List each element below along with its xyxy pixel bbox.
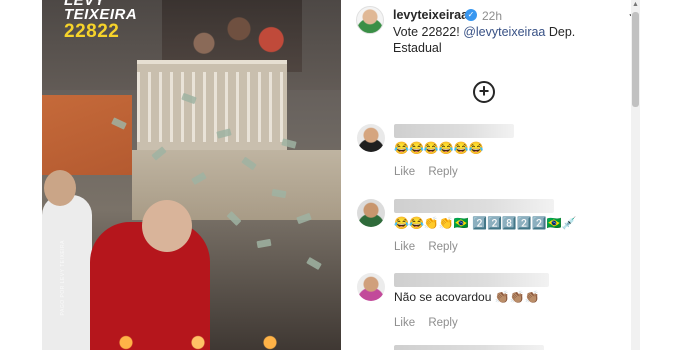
like-link[interactable]: Like xyxy=(394,317,415,329)
comment-text: 😂😂👏👏🇧🇷 2️⃣2️⃣8️⃣2️⃣2️⃣🇧🇷💉 xyxy=(394,216,577,230)
comment-actions: Like Reply xyxy=(394,241,468,253)
orange-wall xyxy=(42,95,132,175)
reply-link[interactable]: Reply xyxy=(428,317,457,329)
stage-lights xyxy=(102,335,341,350)
scrollbar-thumb[interactable] xyxy=(632,12,639,107)
commenter-name-redacted[interactable] xyxy=(394,199,554,213)
author-avatar[interactable] xyxy=(356,6,384,34)
commenter-avatar[interactable] xyxy=(357,273,385,301)
commenter-avatar[interactable] xyxy=(357,124,385,152)
balcony-railing xyxy=(137,72,287,142)
comment-text: 😂😂😂😂😂😂 xyxy=(394,141,484,155)
comment-actions: Like Reply xyxy=(394,166,468,178)
person-white-shirt-head xyxy=(44,170,76,206)
comments-panel: levyteixeiraa ✓ 22h Vote 22822! @levytei… xyxy=(341,0,640,350)
comment-actions: Like Reply xyxy=(394,317,468,329)
reply-link[interactable]: Reply xyxy=(428,166,457,178)
verified-badge-icon: ✓ xyxy=(465,9,477,21)
candidate-logo: LEVY TEIXEIRA 22822 xyxy=(64,0,137,42)
person-white-shirt xyxy=(42,195,92,350)
scroll-up-arrow-icon[interactable]: ▲ xyxy=(632,1,639,8)
reply-link[interactable]: Reply xyxy=(428,241,457,253)
author-username[interactable]: levyteixeiraa xyxy=(393,8,468,22)
load-more-comments-icon[interactable]: + xyxy=(473,81,495,103)
brand-number: 22822 xyxy=(64,21,120,42)
side-disclaimer: PAGO POR LEVY TEIXEIRA xyxy=(60,240,66,316)
commenter-name-redacted[interactable] xyxy=(394,345,544,350)
scrollbar[interactable]: ▲ xyxy=(631,0,640,350)
post-media-image[interactable]: LEVY TEIXEIRA 22822 PAGO POR LEVY TEIXEI… xyxy=(42,0,341,350)
person-red-shirt-head xyxy=(142,200,192,252)
post-caption: Vote 22822! @levyteixeiraa Dep. Estadual xyxy=(393,24,603,56)
money-bill xyxy=(306,256,322,271)
commenter-name-redacted[interactable] xyxy=(394,124,514,138)
caption-mention-link[interactable]: @levyteixeiraa xyxy=(463,25,545,39)
commenter-name-redacted[interactable] xyxy=(394,273,549,287)
like-link[interactable]: Like xyxy=(394,166,415,178)
commenter-avatar[interactable] xyxy=(357,199,385,227)
comment-text: Não se acovardou 👏🏽👏🏽👏🏽 xyxy=(394,290,540,304)
caption-text: Vote 22822! xyxy=(393,25,460,39)
like-link[interactable]: Like xyxy=(394,241,415,253)
money-bill xyxy=(256,238,272,249)
post-time[interactable]: 22h xyxy=(482,9,502,23)
